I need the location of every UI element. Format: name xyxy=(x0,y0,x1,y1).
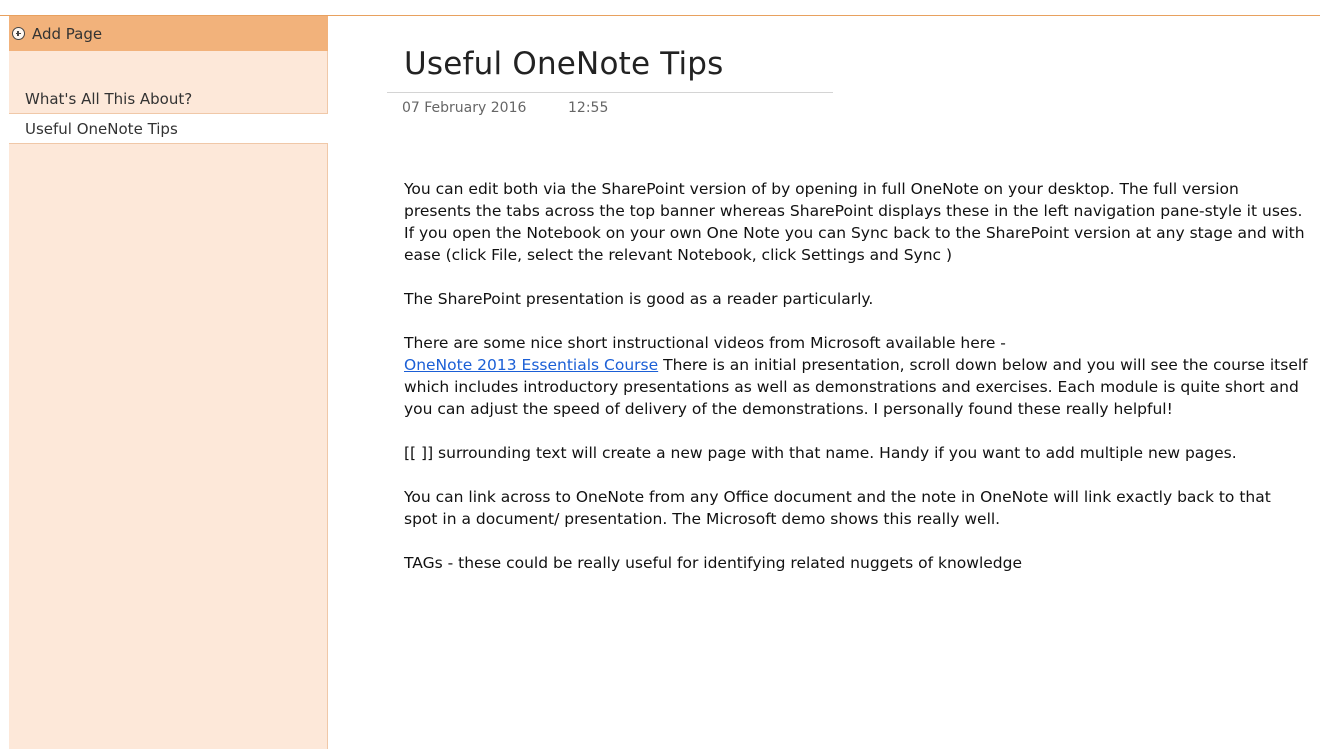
essentials-course-link[interactable]: OneNote 2013 Essentials Course xyxy=(404,356,658,374)
paragraph-brackets-tip[interactable]: [[ ]] surrounding text will create a new… xyxy=(404,442,1309,464)
add-page-button[interactable]: Add Page xyxy=(9,16,328,51)
paragraph-tags-tip[interactable]: TAGs - these could be really useful for … xyxy=(404,552,1309,574)
videos-intro-text: There are some nice short instructional … xyxy=(404,334,1006,352)
add-page-label: Add Page xyxy=(32,24,103,43)
page-content[interactable]: You can edit both via the SharePoint ver… xyxy=(404,178,1309,596)
page-date: 07 February 2016 xyxy=(402,100,527,116)
page-title[interactable]: Useful OneNote Tips xyxy=(404,46,724,82)
paragraph-linking-tip[interactable]: You can link across to OneNote from any … xyxy=(404,486,1309,530)
left-gutter xyxy=(0,16,9,749)
title-underline xyxy=(387,92,833,93)
onenote-app: Add Page What's All This About? Useful O… xyxy=(0,0,1327,749)
page-item-useful-onenote-tips[interactable]: Useful OneNote Tips xyxy=(9,113,328,144)
paragraph-sharepoint-editing[interactable]: You can edit both via the SharePoint ver… xyxy=(404,178,1309,266)
plus-circle-icon xyxy=(12,27,25,40)
page-time: 12:55 xyxy=(568,100,609,116)
paragraph-sharepoint-presentation[interactable]: The SharePoint presentation is good as a… xyxy=(404,288,1309,310)
page-list-sidebar: Add Page What's All This About? Useful O… xyxy=(9,16,328,749)
paragraph-videos[interactable]: There are some nice short instructional … xyxy=(404,332,1309,420)
page-item-whats-all-this-about[interactable]: What's All This About? xyxy=(9,84,328,115)
